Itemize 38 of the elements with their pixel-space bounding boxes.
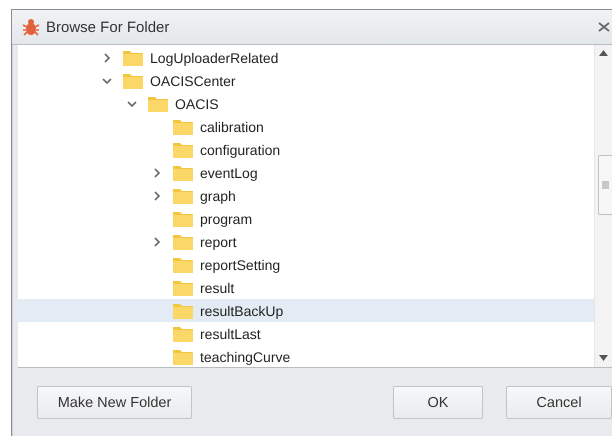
folder-icon [173, 142, 193, 158]
folder-icon [173, 326, 193, 342]
tree-item[interactable]: calibration [18, 115, 594, 138]
folder-icon [123, 72, 143, 88]
folder-icon [123, 50, 143, 66]
tree-item[interactable]: program [18, 207, 594, 230]
scrollbar[interactable] [594, 45, 612, 367]
scroll-thumb[interactable] [598, 155, 612, 215]
folder-icon [173, 188, 193, 204]
folder-icon [173, 302, 193, 318]
cancel-button[interactable]: Cancel [506, 386, 612, 419]
folder-icon [173, 118, 193, 134]
scroll-down-icon[interactable] [599, 355, 608, 361]
folder-icon [173, 280, 193, 296]
bug-icon [22, 18, 40, 36]
folder-icon [173, 164, 193, 180]
ok-button[interactable]: OK [393, 386, 483, 419]
tree-item[interactable]: configuration [18, 138, 594, 161]
tree-item[interactable]: teachingCurve [18, 345, 594, 367]
tree-item[interactable]: reportSetting [18, 253, 594, 276]
folder-icon [173, 234, 193, 250]
tree-item[interactable]: graph [18, 184, 594, 207]
tree-item[interactable]: eventLog [18, 161, 594, 184]
folder-icon [173, 210, 193, 226]
tree-item[interactable]: OACIS [18, 92, 594, 115]
tree-item[interactable]: resultLast [18, 322, 594, 345]
tree-item[interactable]: LogUploaderRelated [18, 46, 594, 69]
tree-item[interactable]: report [18, 230, 594, 253]
scroll-up-icon[interactable] [599, 50, 608, 56]
close-icon[interactable] [598, 22, 610, 32]
tree-item[interactable]: result [18, 276, 594, 299]
tree-item[interactable]: OACISCenter [18, 69, 594, 92]
window-title: Browse For Folder [46, 18, 170, 36]
folder-icon [173, 348, 193, 364]
tree-item[interactable]: resultBackUp [18, 299, 594, 322]
folder-icon [173, 256, 193, 272]
folder-icon [148, 96, 168, 112]
make-new-folder-button[interactable]: Make New Folder [37, 386, 192, 419]
